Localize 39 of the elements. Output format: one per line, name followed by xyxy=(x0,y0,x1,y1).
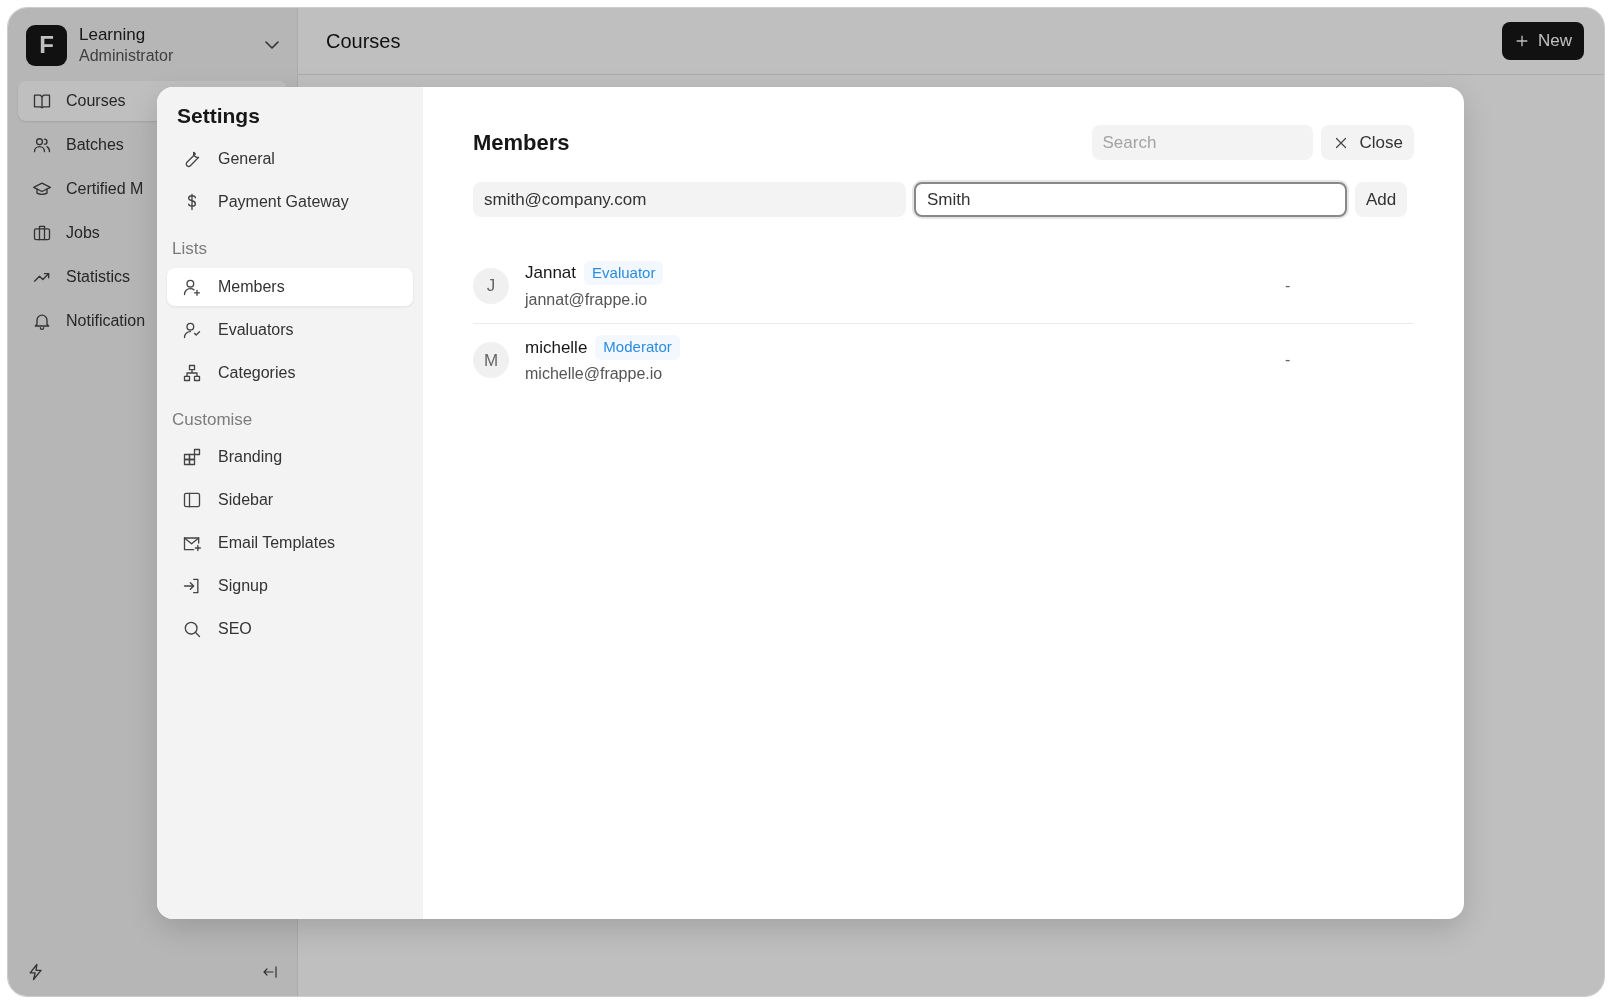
section-heading: Customise xyxy=(171,408,254,431)
plus-icon xyxy=(1514,33,1530,49)
add-button[interactable]: Add xyxy=(1355,182,1408,217)
settings-nav-item[interactable]: Signup xyxy=(167,567,413,606)
chevron-down-icon xyxy=(265,41,279,50)
settings-nav-item[interactable]: Evaluators xyxy=(167,310,413,349)
page-title: Courses xyxy=(326,29,401,54)
new-button[interactable]: New xyxy=(1502,22,1584,60)
app-subtitle: Administrator xyxy=(79,46,175,67)
settings-nav-item[interactable]: Email Templates xyxy=(167,524,413,563)
table-cell-text: - xyxy=(1285,350,1291,371)
avatar: M xyxy=(473,342,509,379)
name-field[interactable]: Smith xyxy=(914,182,1347,217)
member-name: michelle xyxy=(525,336,588,359)
table-cell-text: - xyxy=(1285,275,1291,296)
avatar: J xyxy=(473,267,509,304)
members-title: Members xyxy=(473,129,571,157)
settings-nav-item[interactable]: General xyxy=(167,140,413,179)
role-tag: Moderator xyxy=(595,335,680,360)
settings-nav-item[interactable]: Sidebar xyxy=(167,481,413,520)
hierarchy-icon xyxy=(182,362,202,383)
collapse-icon xyxy=(261,963,279,981)
settings-nav-item[interactable]: SEO xyxy=(167,610,413,649)
app-title: Learning xyxy=(79,24,147,46)
member-email: jannat@frappe.io xyxy=(525,289,649,310)
role-tag: Evaluator xyxy=(584,260,664,285)
search-field[interactable]: Search xyxy=(1091,125,1313,160)
app-logo: F xyxy=(26,24,67,66)
settings-nav-item[interactable]: Members xyxy=(167,267,413,306)
settings-nav-item[interactable]: Categories xyxy=(167,353,413,392)
member-email: michelle@frappe.io xyxy=(525,364,664,384)
section-heading: Lists xyxy=(171,238,208,261)
blocks-icon xyxy=(182,447,202,468)
close-button[interactable]: Close xyxy=(1320,125,1414,160)
settings-nav-item[interactable]: Branding xyxy=(167,438,413,477)
settings-nav-item[interactable]: Payment Gateway xyxy=(167,183,413,222)
search-icon xyxy=(182,619,202,640)
email-field[interactable]: smith@company.com xyxy=(473,182,906,217)
member-name: Jannat xyxy=(525,262,577,284)
